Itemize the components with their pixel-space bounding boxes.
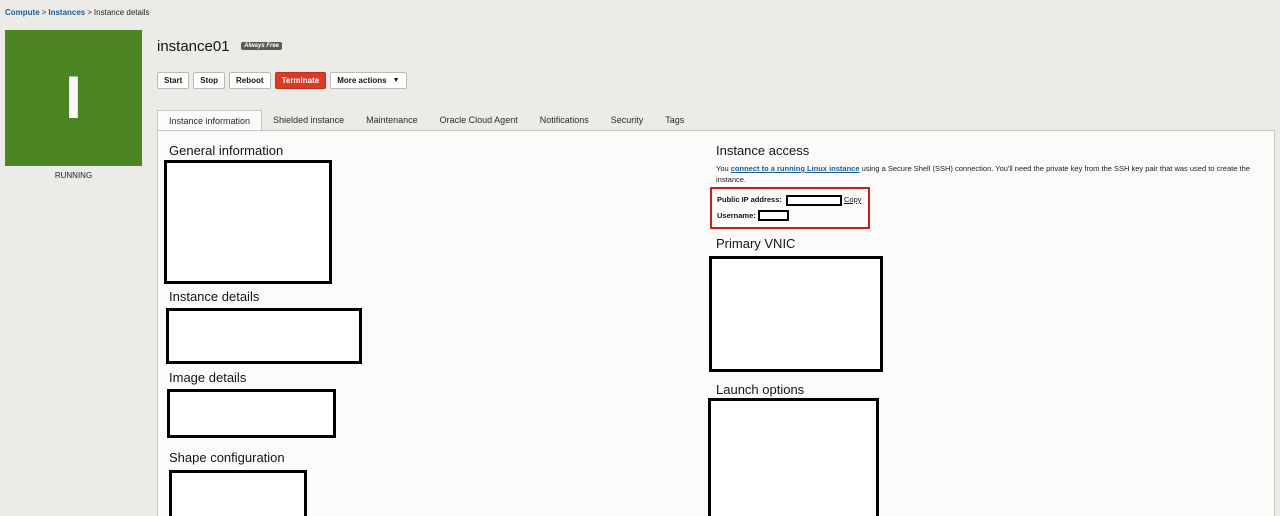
tab-bar: Instance information Shielded instance M… <box>157 109 695 131</box>
access-highlight-box <box>710 187 870 229</box>
breadcrumb-compute-link[interactable]: Compute <box>5 8 40 17</box>
image-details-redacted <box>167 389 336 438</box>
terminate-button[interactable]: Terminate <box>274 72 327 89</box>
tab-instance-information[interactable]: Instance information <box>157 110 263 131</box>
instance-letter-icon: I <box>65 64 82 131</box>
launch-options-redacted <box>708 398 879 516</box>
instance-status-label: RUNNING <box>54 171 93 180</box>
instance-status-tile: I <box>5 30 142 166</box>
copy-ip-link[interactable]: Copy <box>844 195 862 204</box>
tab-notifications[interactable]: Notifications <box>529 110 600 130</box>
tab-security[interactable]: Security <box>600 110 655 130</box>
access-text-before: You <box>716 164 731 173</box>
stop-button[interactable]: Stop <box>193 72 226 89</box>
more-actions-label: More actions <box>337 76 387 85</box>
username-label: Username: <box>717 211 756 220</box>
instance-details-redacted <box>166 308 362 364</box>
primary-vnic-redacted <box>709 256 883 372</box>
tab-shielded-instance[interactable]: Shielded instance <box>262 110 355 130</box>
breadcrumb: Compute > Instances > Instance details <box>5 8 150 17</box>
image-details-heading: Image details <box>169 370 247 385</box>
general-information-heading: General information <box>169 143 284 158</box>
breadcrumb-instances-link[interactable]: Instances <box>48 8 85 17</box>
more-actions-button[interactable]: More actions ▼ <box>330 72 407 89</box>
always-free-badge: Always Free <box>241 42 283 50</box>
launch-options-heading: Launch options <box>716 382 805 397</box>
shape-configuration-heading: Shape configuration <box>169 450 285 465</box>
username-redacted <box>758 210 789 221</box>
general-information-redacted <box>164 160 332 284</box>
action-toolbar: Start Stop Reboot Terminate More actions… <box>157 72 407 89</box>
public-ip-redacted <box>786 195 842 206</box>
instance-access-description: You connect to a running Linux instance … <box>716 163 1256 185</box>
caret-down-icon: ▼ <box>392 77 400 84</box>
breadcrumb-current: Instance details <box>93 8 150 17</box>
public-ip-label: Public IP address: <box>717 195 782 204</box>
shape-configuration-redacted <box>169 470 307 516</box>
start-button[interactable]: Start <box>157 72 190 89</box>
instance-information-panel: General information Instance details Ima… <box>157 130 1275 516</box>
breadcrumb-separator: > <box>41 8 47 17</box>
instance-access-heading: Instance access <box>716 143 810 158</box>
tab-tags[interactable]: Tags <box>654 110 695 130</box>
page-title: instance01 <box>157 38 230 55</box>
tab-maintenance[interactable]: Maintenance <box>355 110 429 130</box>
primary-vnic-heading: Primary VNIC <box>716 236 796 251</box>
connect-linux-instance-link[interactable]: connect to a running Linux instance <box>731 164 860 173</box>
reboot-button[interactable]: Reboot <box>229 72 271 89</box>
breadcrumb-separator: > <box>87 8 92 17</box>
tab-oracle-cloud-agent[interactable]: Oracle Cloud Agent <box>429 110 529 130</box>
instance-details-heading: Instance details <box>169 289 260 304</box>
